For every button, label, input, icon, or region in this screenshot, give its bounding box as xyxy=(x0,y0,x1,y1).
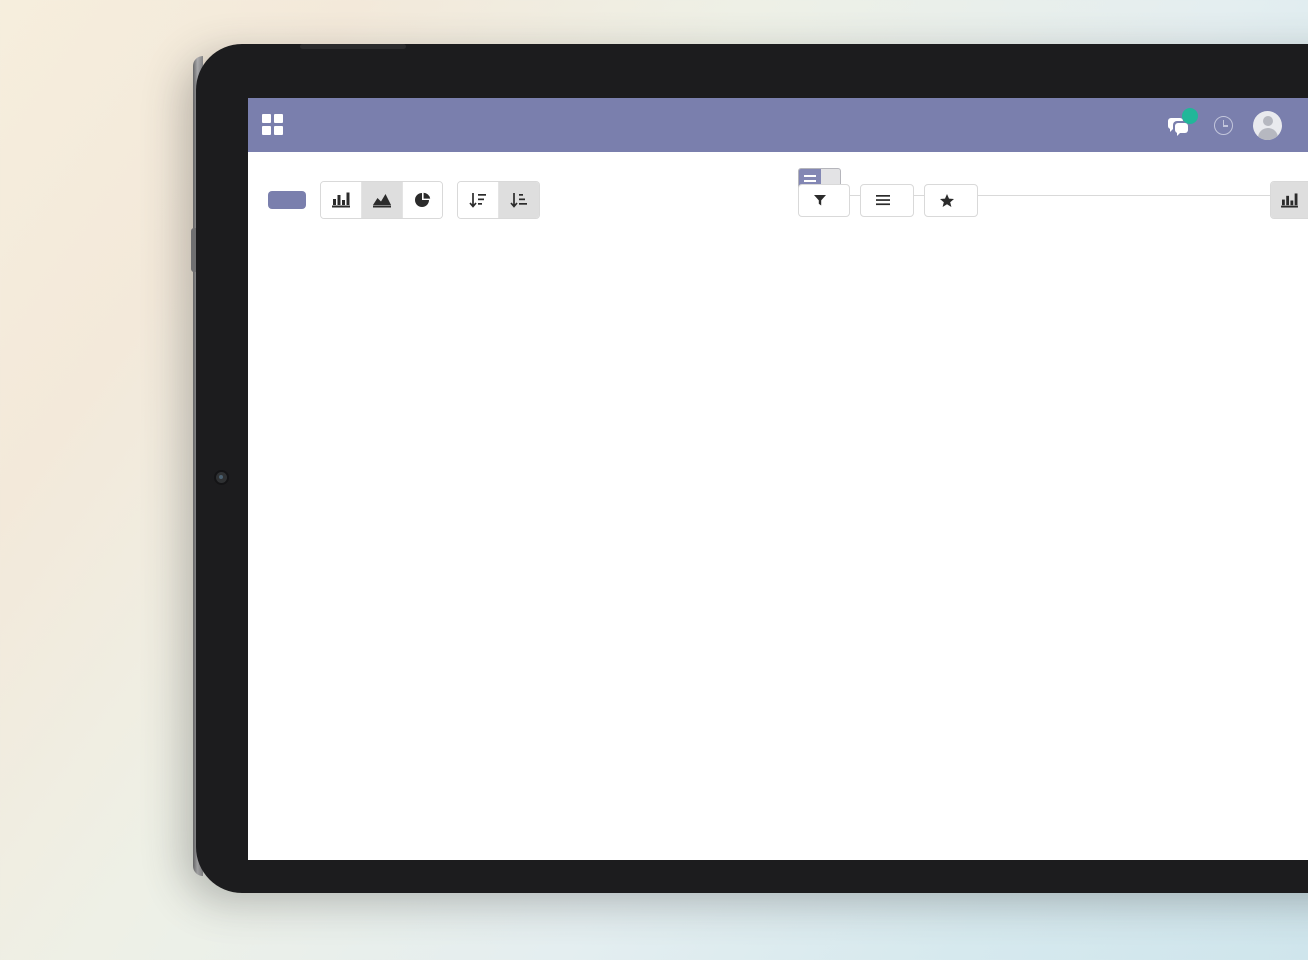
bar-chart-icon-button[interactable] xyxy=(321,182,362,218)
sort-descending-icon-button[interactable] xyxy=(499,182,539,218)
pie-chart-icon xyxy=(415,192,431,207)
control-panel xyxy=(248,152,1308,233)
top-navbar xyxy=(248,98,1308,152)
group-by-button[interactable] xyxy=(860,183,914,217)
device-speaker xyxy=(300,44,406,49)
sort-ascending-icon xyxy=(469,192,486,208)
funnel-icon xyxy=(814,195,826,206)
graph-view-icon-button[interactable] xyxy=(1271,182,1308,218)
device-front-camera xyxy=(216,472,227,483)
messages-icon[interactable] xyxy=(1168,108,1198,136)
clock-icon[interactable] xyxy=(1214,115,1233,135)
favourites-button[interactable] xyxy=(924,183,978,217)
sort-ascending-icon-button[interactable] xyxy=(458,182,499,218)
star-icon xyxy=(940,193,954,207)
sort-descending-icon xyxy=(510,192,527,208)
view-switch-group xyxy=(1270,181,1308,219)
hamburger-icon xyxy=(876,195,890,206)
messages-badge xyxy=(1182,108,1198,124)
control-panel-button-row xyxy=(248,169,1308,233)
bar-chart-icon xyxy=(332,192,350,208)
graph-view-icon xyxy=(1281,192,1298,208)
line-chart-icon xyxy=(373,194,391,208)
pie-chart-icon-button[interactable] xyxy=(403,182,442,218)
navbar-right-cluster xyxy=(1168,98,1308,152)
app-screen xyxy=(248,98,1308,860)
line-chart-svg[interactable] xyxy=(248,233,1308,843)
chart-type-group xyxy=(320,181,443,219)
user-avatar-icon[interactable] xyxy=(1253,110,1282,140)
chart-area xyxy=(248,233,1308,843)
sort-group xyxy=(457,181,540,219)
line-chart-icon-button[interactable] xyxy=(362,182,403,218)
device-volume-button xyxy=(191,228,196,272)
apps-grid-icon[interactable] xyxy=(262,114,284,136)
measures-button[interactable] xyxy=(268,191,306,209)
filters-button[interactable] xyxy=(798,183,850,217)
filter-button-group xyxy=(798,183,978,217)
